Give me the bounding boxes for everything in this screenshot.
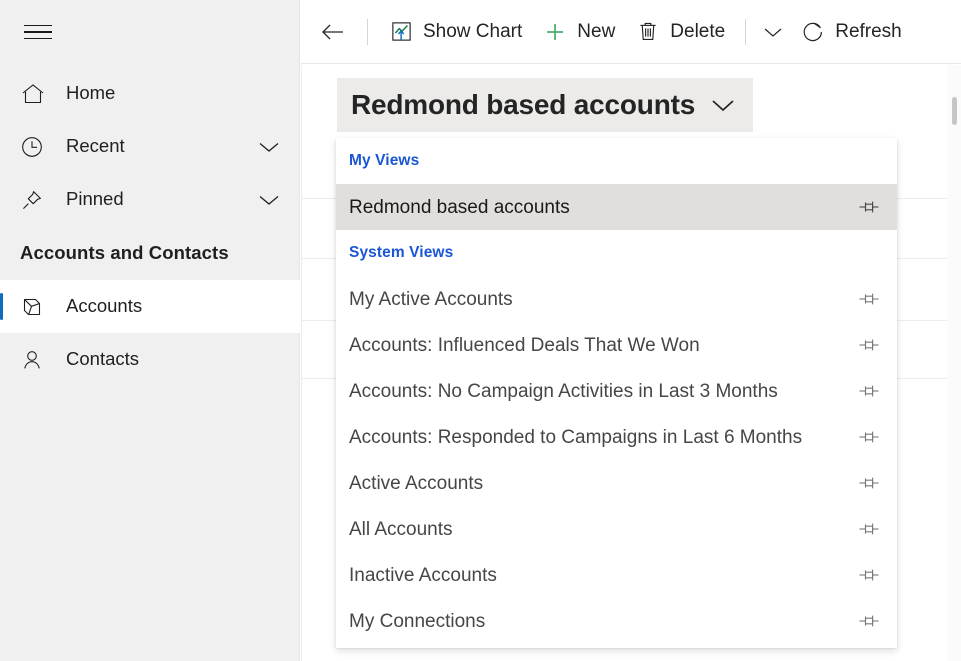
new-button[interactable]: New <box>532 10 625 54</box>
home-icon <box>20 81 54 107</box>
view-item-influenced-deals-that-we-won[interactable]: Accounts: Influenced Deals That We Won <box>336 322 897 368</box>
show-chart-label: Show Chart <box>423 21 523 42</box>
view-item-my-connections[interactable]: My Connections <box>336 598 897 644</box>
show-chart-button[interactable]: Show Chart <box>378 10 532 54</box>
scrollbar-thumb[interactable] <box>952 97 957 125</box>
hamburger-line <box>24 31 52 33</box>
back-button[interactable] <box>309 10 357 54</box>
pin-icon[interactable] <box>857 516 883 542</box>
view-item-active-accounts[interactable]: Active Accounts <box>336 460 897 506</box>
view-item-my-active-accounts[interactable]: My Active Accounts <box>336 276 897 322</box>
sidebar-item-accounts[interactable]: Accounts <box>0 280 300 333</box>
pin-icon[interactable] <box>857 424 883 450</box>
delete-label: Delete <box>670 21 726 42</box>
sidebar-item-pinned[interactable]: Pinned <box>0 173 300 226</box>
view-selector-button[interactable]: Redmond based accounts <box>337 78 754 132</box>
pin-icon[interactable] <box>857 332 883 358</box>
group-header-system-views: System Views <box>349 244 454 261</box>
pin-icon[interactable] <box>857 286 883 312</box>
view-item-responded-to-campaigns-in-last-6-months[interactable]: Accounts: Responded to Campaigns in Last… <box>336 414 897 460</box>
sidebar-nav-list: Home Recent Pinned Accounts and Contacts… <box>0 67 300 386</box>
view-selector-title: Redmond based accounts <box>351 89 696 120</box>
chevron-down-icon[interactable] <box>256 192 282 208</box>
refresh-icon <box>800 19 826 45</box>
view-item-label: Accounts: No Campaign Activities in Last… <box>349 380 778 402</box>
view-item-label: Redmond based accounts <box>349 196 570 218</box>
new-label: New <box>577 21 616 42</box>
sidebar-section-title: Accounts and Contacts <box>20 242 229 263</box>
hamburger-menu-icon[interactable] <box>16 14 60 50</box>
view-item-label: Accounts: Influenced Deals That We Won <box>349 334 700 356</box>
plus-icon <box>542 19 568 45</box>
view-item-label: Active Accounts <box>349 472 484 494</box>
sidebar-item-label: Home <box>66 82 116 104</box>
command-bar: Show Chart New Delete Refresh <box>301 0 961 64</box>
selection-indicator <box>0 293 3 320</box>
sidebar-item-contacts[interactable]: Contacts <box>0 333 300 386</box>
chevron-down-icon[interactable] <box>709 96 737 114</box>
view-item-label: Inactive Accounts <box>349 564 497 586</box>
vertical-scrollbar[interactable] <box>947 65 961 661</box>
delete-button[interactable]: Delete <box>625 10 735 54</box>
show-chart-icon <box>388 19 414 45</box>
view-item-label: All Accounts <box>349 518 453 540</box>
view-item-all-accounts[interactable]: All Accounts <box>336 506 897 552</box>
sidebar: Home Recent Pinned Accounts and Contacts… <box>0 0 300 661</box>
view-item-redmond-based-accounts[interactable]: Redmond based accounts <box>336 184 897 230</box>
sidebar-item-label: Recent <box>66 135 125 157</box>
pin-icon[interactable] <box>857 470 883 496</box>
overflow-menu-button[interactable] <box>756 10 790 54</box>
pin-icon[interactable] <box>857 378 883 404</box>
command-bar-divider <box>745 18 747 45</box>
sidebar-item-home[interactable]: Home <box>0 67 300 120</box>
sidebar-item-recent[interactable]: Recent <box>0 120 300 173</box>
sidebar-item-label: Contacts <box>66 348 140 370</box>
view-item-label: My Connections <box>349 610 486 632</box>
pin-icon[interactable] <box>857 562 883 588</box>
app-root: Home Recent Pinned Accounts and Contacts… <box>0 0 961 661</box>
sidebar-item-label: Accounts <box>66 295 143 317</box>
command-bar-divider <box>367 18 368 45</box>
view-item-label: Accounts: Responded to Campaigns in Last… <box>349 426 803 448</box>
hamburger-line <box>24 24 52 27</box>
pin-icon <box>20 187 54 213</box>
person-icon <box>20 347 54 373</box>
view-selector-dropdown: My Views Redmond based accounts System V… <box>336 138 897 648</box>
group-header-my-views: My Views <box>349 152 420 169</box>
pin-icon[interactable] <box>857 608 883 634</box>
refresh-button[interactable]: Refresh <box>790 10 912 54</box>
hamburger-line <box>24 37 52 40</box>
grid-column-divider <box>301 65 302 661</box>
pin-icon[interactable] <box>857 194 883 220</box>
trash-icon <box>635 19 661 45</box>
refresh-label: Refresh <box>835 21 902 42</box>
view-item-no-campaign-activities-in-last-3-months[interactable]: Accounts: No Campaign Activities in Last… <box>336 368 897 414</box>
view-item-label: My Active Accounts <box>349 288 513 310</box>
view-item-inactive-accounts[interactable]: Inactive Accounts <box>336 552 897 598</box>
clock-icon <box>20 134 54 160</box>
accounts-icon <box>20 294 54 320</box>
sidebar-item-label: Pinned <box>66 188 124 210</box>
chevron-down-icon[interactable] <box>256 139 282 155</box>
